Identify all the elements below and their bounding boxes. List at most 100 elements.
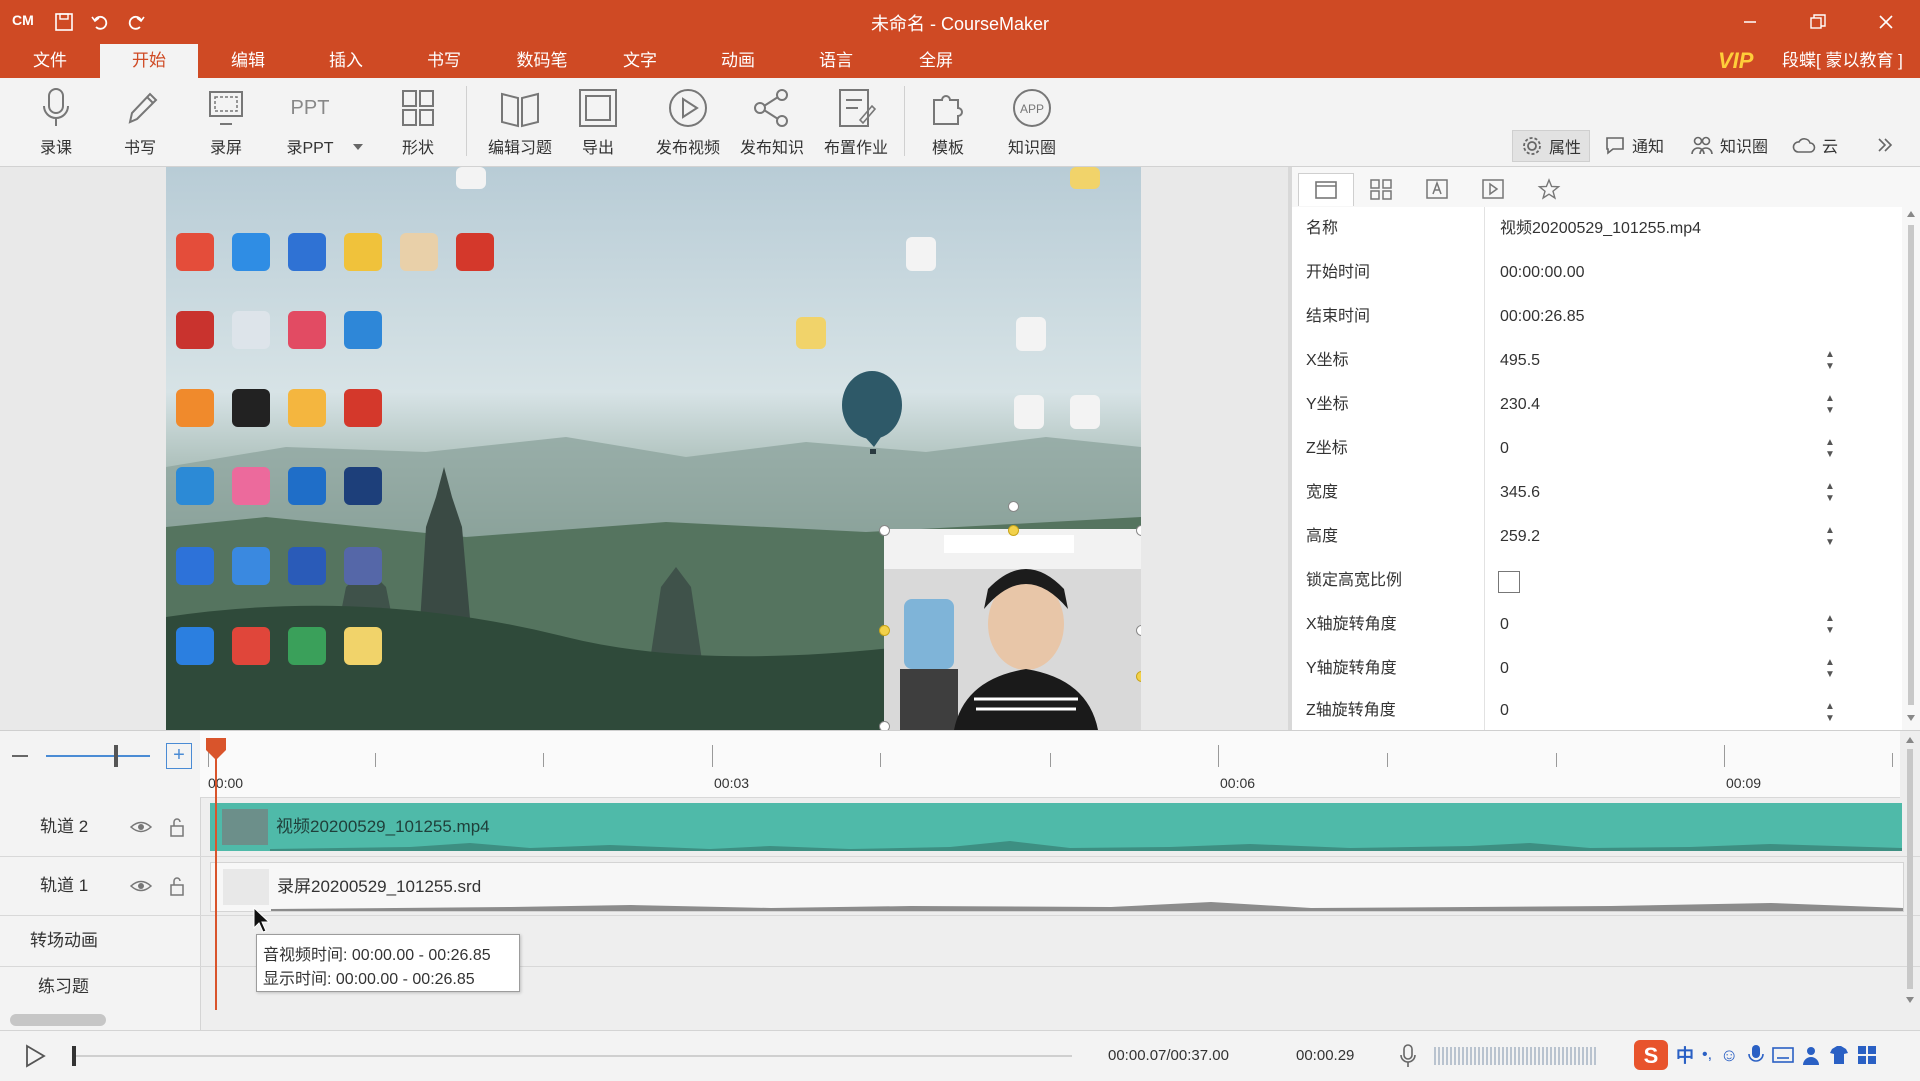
desktop-icon[interactable] xyxy=(344,389,382,427)
desktop-icon[interactable] xyxy=(288,627,326,665)
prop-y-input[interactable]: 230.4 xyxy=(1500,383,1540,427)
template-button[interactable]: 模板 xyxy=(912,84,984,164)
expand-panel-button[interactable] xyxy=(1876,130,1900,160)
ime-user-icon[interactable] xyxy=(1800,1044,1822,1066)
desktop-icon[interactable] xyxy=(176,547,214,585)
window-tab-icon[interactable] xyxy=(1298,173,1354,206)
close-icon[interactable] xyxy=(1866,6,1906,38)
publish-video-button[interactable]: 发布视频 xyxy=(646,84,730,164)
desktop-folder-icon[interactable] xyxy=(796,317,826,349)
zoom-slider-track[interactable] xyxy=(46,755,150,757)
properties-tool[interactable]: 属性 xyxy=(1512,130,1591,162)
desktop-icon[interactable] xyxy=(344,467,382,505)
menu-file[interactable]: 文件 xyxy=(14,44,86,78)
microphone-icon[interactable] xyxy=(1398,1043,1418,1069)
zoom-in-icon[interactable]: + xyxy=(166,743,192,769)
eye-icon[interactable] xyxy=(129,875,153,897)
vip-badge[interactable]: VIP xyxy=(1718,48,1753,74)
desktop-icon[interactable] xyxy=(232,627,270,665)
record-lesson-button[interactable]: 录课 xyxy=(20,84,92,164)
ime-chinese-mode[interactable]: 中 xyxy=(1676,1042,1694,1068)
menu-digital-pen[interactable]: 数码笔 xyxy=(506,44,578,78)
menu-fullscreen[interactable]: 全屏 xyxy=(900,44,972,78)
knowledge-circle-button[interactable]: APP 知识圈 xyxy=(996,84,1068,164)
desktop-icon[interactable] xyxy=(288,389,326,427)
desktop-icon[interactable] xyxy=(456,233,494,271)
desktop-icon[interactable] xyxy=(288,547,326,585)
ime-voice-icon[interactable] xyxy=(1746,1043,1766,1067)
screen-record-clip[interactable]: 录屏20200529_101255.srd xyxy=(210,862,1904,912)
resize-handle[interactable] xyxy=(879,525,890,536)
knowledge-circle-tool[interactable]: 知识圈 xyxy=(1690,130,1768,160)
desktop-file-icon[interactable] xyxy=(456,167,486,189)
export-button[interactable]: 导出 xyxy=(562,84,634,164)
menu-home[interactable]: 开始 xyxy=(100,44,198,78)
desktop-icon[interactable] xyxy=(232,233,270,271)
desktop-file-icon[interactable] xyxy=(906,237,936,271)
lock-aspect-ratio-checkbox[interactable] xyxy=(1498,571,1520,593)
desktop-icon[interactable] xyxy=(288,467,326,505)
prop-z-input[interactable]: 0 xyxy=(1500,427,1509,471)
lock-icon[interactable] xyxy=(166,875,188,897)
text-tab-icon[interactable] xyxy=(1410,173,1464,205)
menu-edit[interactable]: 编辑 xyxy=(212,44,284,78)
notification-tool[interactable]: 通知 xyxy=(1604,130,1664,160)
desktop-icon[interactable] xyxy=(288,311,326,349)
prop-name-value[interactable]: 视频20200529_101255.mp4 xyxy=(1500,207,1701,251)
cloud-tool[interactable]: 云 xyxy=(1792,130,1838,160)
playback-progress-track[interactable] xyxy=(72,1055,1072,1057)
restore-icon[interactable] xyxy=(1798,6,1838,38)
desktop-icon[interactable] xyxy=(176,233,214,271)
timeline-ruler[interactable]: 00:00 00:03 00:06 00:09 xyxy=(200,731,1900,798)
desktop-icon[interactable] xyxy=(232,547,270,585)
video-clip[interactable]: 视频20200529_101255.mp4 xyxy=(210,803,1902,851)
desktop-icon[interactable] xyxy=(176,311,214,349)
screen-recording-preview[interactable] xyxy=(166,167,1141,730)
desktop-icon[interactable] xyxy=(400,233,438,271)
spinner-arrows-icon[interactable]: ▲ ▼ xyxy=(1824,657,1836,681)
resize-handle[interactable] xyxy=(1008,525,1019,536)
ime-toolbox-icon[interactable] xyxy=(1856,1044,1878,1066)
star-tab-icon[interactable] xyxy=(1522,173,1576,205)
menu-language[interactable]: 语言 xyxy=(800,44,872,78)
desktop-icon[interactable] xyxy=(176,627,214,665)
desktop-icon[interactable] xyxy=(344,311,382,349)
minimize-icon[interactable] xyxy=(1730,6,1770,38)
ime-punct-icon[interactable]: •, xyxy=(1702,1046,1712,1064)
desktop-icon[interactable] xyxy=(344,233,382,271)
assign-homework-button[interactable]: 布置作业 xyxy=(814,84,898,164)
grid-tab-icon[interactable] xyxy=(1354,173,1408,205)
ime-emoji-icon[interactable]: ☺ xyxy=(1720,1045,1738,1066)
record-ppt-button[interactable]: PPT 录PPT xyxy=(274,84,346,164)
desktop-icon[interactable] xyxy=(232,467,270,505)
playback-progress-thumb[interactable] xyxy=(72,1046,76,1066)
timeline-horizontal-scrollbar[interactable] xyxy=(10,1014,106,1026)
menu-text[interactable]: 文字 xyxy=(604,44,676,78)
lock-icon[interactable] xyxy=(166,816,188,838)
publish-knowledge-button[interactable]: 发布知识 xyxy=(730,84,814,164)
prop-x-rotation-input[interactable]: 0 xyxy=(1500,603,1509,647)
playhead-marker-icon[interactable] xyxy=(204,736,228,762)
media-tab-icon[interactable] xyxy=(1466,173,1520,205)
user-name[interactable]: 段蝶[ 蒙以教育 ] xyxy=(1782,44,1903,78)
sogou-logo-icon[interactable]: S xyxy=(1632,1038,1670,1072)
desktop-folder-icon[interactable] xyxy=(1070,167,1100,189)
spinner-arrows-icon[interactable]: ▲ ▼ xyxy=(1824,349,1836,373)
zoom-out-icon[interactable] xyxy=(12,755,28,757)
menu-animation[interactable]: 动画 xyxy=(702,44,774,78)
desktop-icon[interactable] xyxy=(288,233,326,271)
properties-scrollbar[interactable] xyxy=(1904,207,1918,727)
desktop-icon[interactable] xyxy=(344,627,382,665)
eye-icon[interactable] xyxy=(129,816,153,838)
webcam-video-overlay[interactable] xyxy=(884,529,1141,730)
ime-skin-icon[interactable] xyxy=(1828,1044,1850,1066)
desktop-icon[interactable] xyxy=(176,467,214,505)
edit-exercise-button[interactable]: 编辑习题 xyxy=(478,84,562,164)
spinner-arrows-icon[interactable]: ▲ ▼ xyxy=(1824,613,1836,637)
play-icon[interactable] xyxy=(22,1043,48,1069)
spinner-arrows-icon[interactable]: ▲ ▼ xyxy=(1824,393,1836,417)
desktop-icon[interactable] xyxy=(344,547,382,585)
prop-height-input[interactable]: 259.2 xyxy=(1500,515,1540,559)
rotate-handle[interactable] xyxy=(1008,501,1019,512)
resize-handle[interactable] xyxy=(879,721,890,730)
